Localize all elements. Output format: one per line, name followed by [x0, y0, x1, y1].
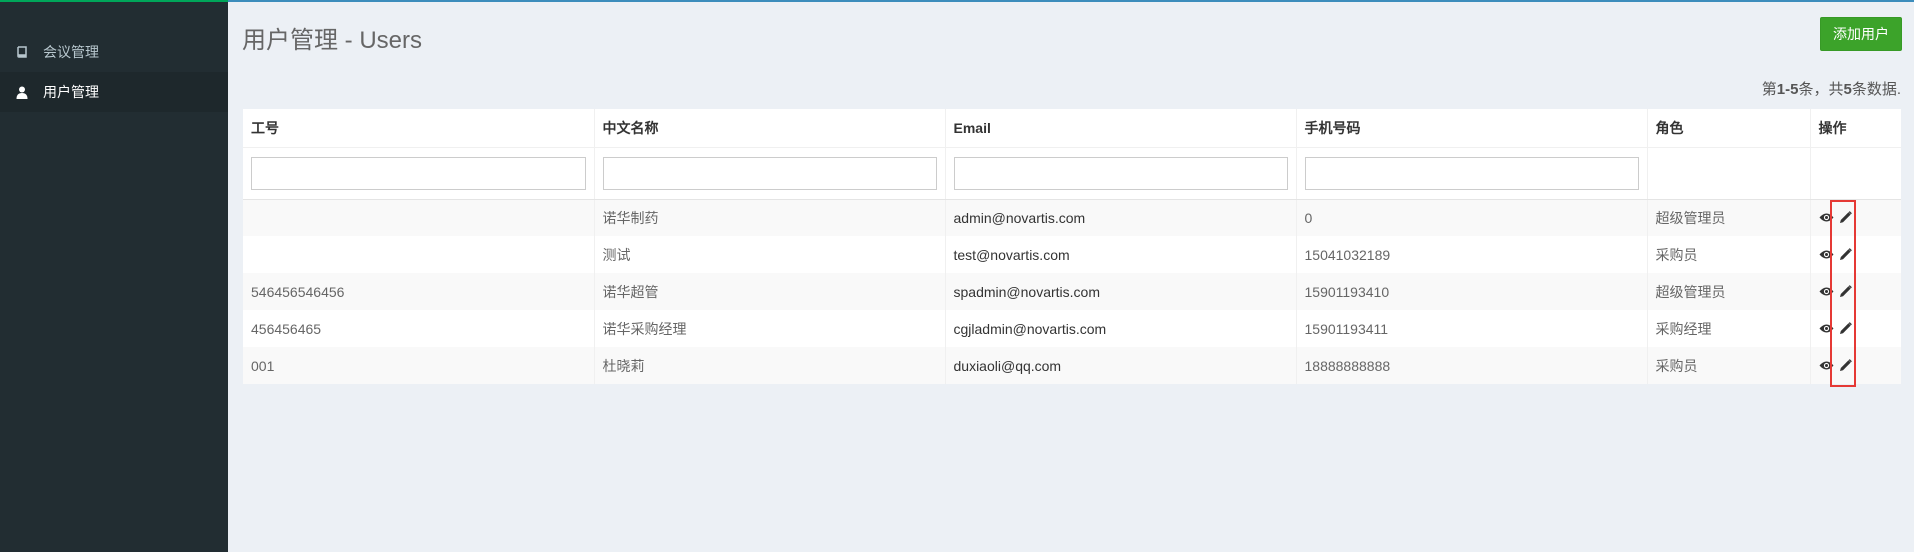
cell-role: 采购员	[1647, 347, 1811, 384]
add-user-button[interactable]: 添加用户	[1820, 17, 1902, 51]
pagination-summary: 第1-5条，共5条数据.	[1761, 81, 1901, 98]
pencil-icon[interactable]	[1838, 284, 1854, 300]
cell-email: duxiaoli@qq.com	[945, 347, 1297, 384]
column-header-name[interactable]: 中文名称	[594, 109, 946, 148]
sidebar-item-users[interactable]: 用户管理	[0, 72, 228, 112]
column-header-phone[interactable]: 手机号码	[1296, 109, 1648, 148]
cell-role: 超级管理员	[1647, 273, 1811, 310]
sidebar-item-label: 用户管理	[43, 84, 99, 100]
cell-email: spadmin@novartis.com	[945, 273, 1297, 310]
cell-phone: 15041032189	[1296, 236, 1648, 273]
cell-name: 诺华超管	[594, 273, 946, 310]
cell-role: 采购员	[1647, 236, 1811, 273]
eye-icon[interactable]	[1819, 210, 1835, 226]
table-row: 001 杜晓莉 duxiaoli@qq.com 18888888888 采购员	[243, 347, 1901, 384]
column-header-actions: 操作	[1810, 109, 1901, 148]
page-title: 用户管理 - Users	[242, 27, 422, 54]
pencil-icon[interactable]	[1838, 358, 1854, 374]
cell-id: 001	[243, 347, 595, 384]
sidebar: 会议管理 用户管理	[0, 2, 228, 552]
filter-name-input[interactable]	[602, 156, 937, 190]
cell-role: 超级管理员	[1647, 199, 1811, 236]
eye-icon[interactable]	[1819, 247, 1835, 263]
pencil-icon[interactable]	[1838, 321, 1854, 337]
cell-phone: 18888888888	[1296, 347, 1648, 384]
filter-phone-input[interactable]	[1304, 156, 1639, 190]
cell-phone: 15901193410	[1296, 273, 1648, 310]
table-row: 456456465 诺华采购经理 cgjladmin@novartis.com …	[243, 310, 1901, 347]
column-header-email[interactable]: Email	[945, 109, 1297, 148]
book-icon	[14, 44, 30, 60]
filter-email-input[interactable]	[953, 156, 1288, 190]
cell-name: 测试	[594, 236, 946, 273]
cell-phone: 0	[1296, 199, 1648, 236]
cell-email: admin@novartis.com	[945, 199, 1297, 236]
main-content: 用户管理 - Users 添加用户 第1-5条，共5条数据. 工号 中文名称 E…	[228, 2, 1914, 552]
cell-name: 杜晓莉	[594, 347, 946, 384]
eye-icon[interactable]	[1819, 321, 1835, 337]
eye-icon[interactable]	[1819, 358, 1835, 374]
user-icon	[14, 84, 30, 100]
cell-phone: 15901193411	[1296, 310, 1648, 347]
cell-id: 456456465	[243, 310, 595, 347]
cell-email: cgjladmin@novartis.com	[945, 310, 1297, 347]
pencil-icon[interactable]	[1838, 210, 1854, 226]
table-row: 测试 test@novartis.com 15041032189 采购员	[243, 236, 1901, 273]
pencil-icon[interactable]	[1838, 247, 1854, 263]
table-row: 诺华制药 admin@novartis.com 0 超级管理员	[243, 199, 1901, 236]
cell-id	[243, 199, 595, 236]
eye-icon[interactable]	[1819, 284, 1835, 300]
cell-name: 诺华制药	[594, 199, 946, 236]
table-row: 546456546456 诺华超管 spadmin@novartis.com 1…	[243, 273, 1901, 310]
cell-role: 采购经理	[1647, 310, 1811, 347]
users-table: 工号 中文名称 Email 手机号码 角色 操作 诺华制药 admin@nova…	[243, 109, 1901, 384]
column-header-id[interactable]: 工号	[243, 109, 595, 148]
sidebar-item-label: 会议管理	[43, 44, 99, 60]
cell-id: 546456546456	[243, 273, 595, 310]
cell-name: 诺华采购经理	[594, 310, 946, 347]
cell-id	[243, 236, 595, 273]
filter-id-input[interactable]	[251, 156, 586, 190]
sidebar-item-meetings[interactable]: 会议管理	[0, 32, 228, 72]
column-header-role[interactable]: 角色	[1647, 109, 1811, 148]
cell-email: test@novartis.com	[945, 236, 1297, 273]
